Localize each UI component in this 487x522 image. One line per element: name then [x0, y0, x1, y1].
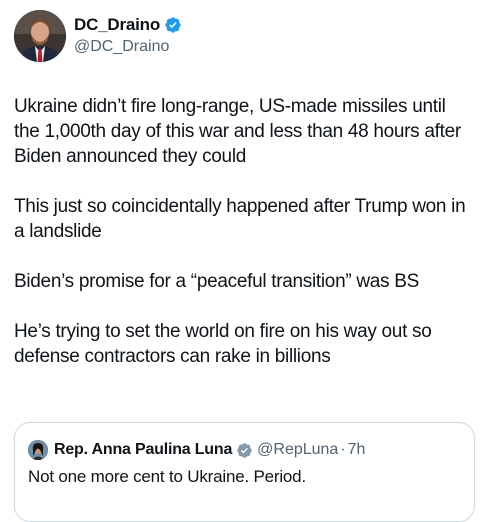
- quoted-author-name[interactable]: Rep. Anna Paulina Luna: [54, 441, 232, 459]
- tweet-text: Ukraine didn’t fire long-range, US-made …: [14, 94, 476, 394]
- tweet-paragraph: This just so coincidentally happened aft…: [14, 196, 466, 242]
- quoted-tweet-timestamp[interactable]: 7h: [348, 441, 366, 459]
- author-handle[interactable]: @DC_Draino: [74, 38, 169, 56]
- verified-badge-icon: [237, 442, 252, 458]
- quoted-tweet-text: Not one more cent to Ukraine. Period.: [28, 467, 306, 486]
- tweet-paragraph: Ukraine didn’t fire long-range, US-made …: [14, 96, 461, 167]
- quoted-author-avatar[interactable]: [28, 440, 48, 460]
- quoted-avatar-photo: [28, 440, 48, 460]
- quoted-tweet-header: Rep. Anna Paulina Luna @RepLuna · 7h: [28, 439, 365, 461]
- author-name-row[interactable]: DC_Draino: [74, 14, 182, 36]
- quoted-author-handle[interactable]: @RepLuna: [257, 441, 338, 459]
- verified-badge-icon: [165, 17, 181, 33]
- author-avatar[interactable]: [14, 10, 66, 62]
- tweet-paragraph: Biden’s promise for a “peaceful transiti…: [14, 271, 419, 292]
- avatar-photo: [14, 10, 66, 62]
- quoted-tweet-card[interactable]: Rep. Anna Paulina Luna @RepLuna · 7h Not…: [14, 422, 475, 522]
- author-name[interactable]: DC_Draino: [74, 15, 160, 35]
- separator-dot: ·: [340, 441, 346, 458]
- tweet-paragraph: He’s trying to set the world on fire on …: [14, 321, 432, 367]
